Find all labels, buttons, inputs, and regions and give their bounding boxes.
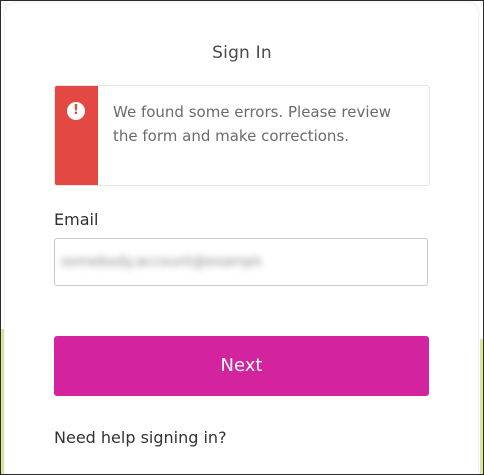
next-button[interactable]: Next <box>54 336 429 396</box>
error-message: We found some errors. Please review the … <box>113 103 392 145</box>
alert-icon: ! <box>67 102 85 120</box>
email-label: Email <box>54 210 99 229</box>
page-frame: Sign In ! We found some errors. Please r… <box>0 0 484 475</box>
background-accent-right <box>480 339 483 474</box>
error-stripe: ! <box>55 86 98 185</box>
error-callout: ! We found some errors. Please review th… <box>54 85 430 186</box>
background-accent-left <box>1 329 4 474</box>
need-help-link[interactable]: Need help signing in? <box>54 428 227 447</box>
page-title: Sign In <box>212 43 272 63</box>
email-value: somebody.account@example.com <box>61 254 261 270</box>
email-field[interactable]: somebody.account@example.com <box>54 238 428 286</box>
